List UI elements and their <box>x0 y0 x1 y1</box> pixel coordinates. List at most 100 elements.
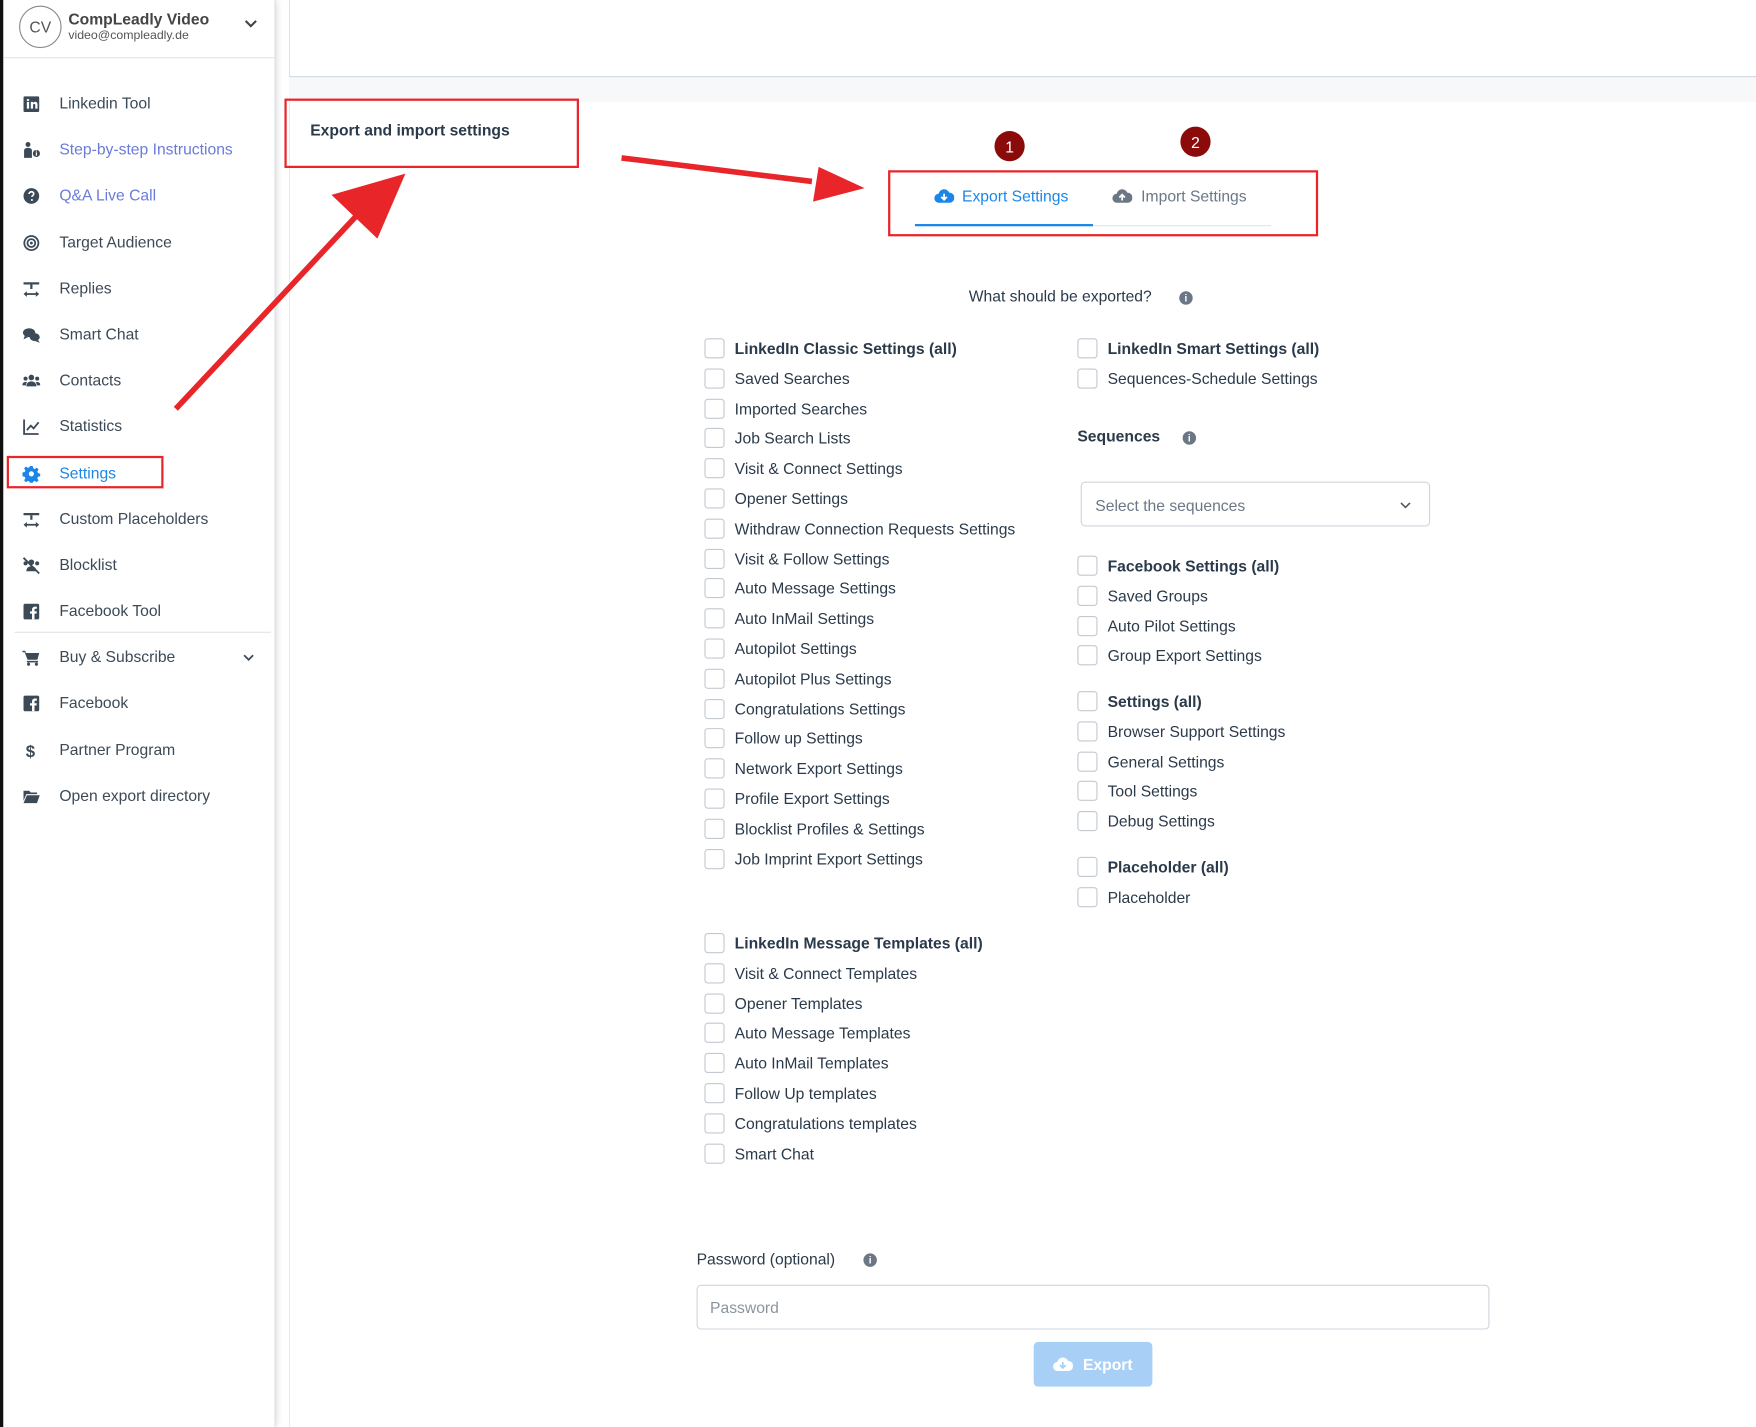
account-name: CompLeadly Video <box>68 10 210 29</box>
sidebar-divider <box>14 631 272 633</box>
checkbox-box[interactable] <box>704 818 725 839</box>
checkbox-box[interactable] <box>1077 721 1098 742</box>
sidebar-item-custom-placeholders[interactable]: Custom Placeholders <box>9 504 267 535</box>
export-button[interactable]: Export <box>1033 1341 1153 1387</box>
content-border <box>288 101 291 1427</box>
checkbox-label: Opener Templates <box>734 994 863 1013</box>
info-icon[interactable]: i <box>863 1253 877 1267</box>
sidebar-item-label: Target Audience <box>59 232 172 251</box>
checkbox-box[interactable] <box>1077 751 1098 772</box>
checkbox-label: Group Export Settings <box>1107 646 1262 665</box>
checkbox-box[interactable] <box>1077 368 1098 389</box>
checkbox-box[interactable] <box>704 338 725 359</box>
sidebar-item-label: Q&A Live Call <box>59 185 157 204</box>
sidebar-item-label: Statistics <box>59 416 123 435</box>
sidebar-item-target-audience[interactable]: Target Audience <box>9 227 267 258</box>
cloud-download-icon <box>1053 1357 1073 1372</box>
sidebar-item-label: Partner Program <box>59 740 176 759</box>
checkbox-box[interactable] <box>704 398 725 419</box>
sidebar-item-label: Contacts <box>59 370 122 389</box>
checkbox-box[interactable] <box>704 848 725 869</box>
checkbox-box[interactable] <box>1077 811 1098 832</box>
linkedin-icon <box>23 96 40 113</box>
checkbox-label: LinkedIn Message Templates (all) <box>734 934 983 953</box>
sidebar-item-contacts[interactable]: Contacts <box>9 365 267 396</box>
sidebar-item-partner-program[interactable]: $ Partner Program <box>9 735 267 766</box>
placeholder-icon <box>23 513 40 528</box>
checkbox-box[interactable] <box>704 1113 725 1134</box>
sidebar-item-smart-chat[interactable]: Smart Chat <box>9 319 267 350</box>
checkbox-box[interactable] <box>1077 691 1098 712</box>
chevron-down-icon <box>1400 502 1411 509</box>
sidebar-item-statistics[interactable]: Statistics <box>9 411 267 442</box>
facebook-icon <box>23 603 40 620</box>
checkbox-box[interactable] <box>704 548 725 569</box>
account-switcher[interactable]: CV CompLeadly Video video@compleadly.de <box>3 0 276 59</box>
sidebar-item-qa-live-call[interactable]: Q&A Live Call <box>9 180 267 211</box>
checkbox-label: Network Export Settings <box>734 759 903 778</box>
step-badge-1: 1 <box>994 131 1025 162</box>
checkbox-box[interactable] <box>704 963 725 984</box>
checkbox-box[interactable] <box>1077 338 1098 359</box>
sidebar-item-label: Custom Placeholders <box>59 509 209 528</box>
info-icon[interactable]: i <box>1182 431 1197 445</box>
export-button-label: Export <box>1082 1355 1133 1374</box>
top-card <box>288 0 1756 78</box>
checkbox-box[interactable] <box>704 428 725 449</box>
checkbox-box[interactable] <box>704 578 725 599</box>
checkbox-box[interactable] <box>704 638 725 659</box>
sidebar-item-label: Blocklist <box>59 555 117 574</box>
checkbox-box[interactable] <box>704 728 725 749</box>
checkbox-box[interactable] <box>704 488 725 509</box>
export-question: What should be exported? <box>968 286 1152 305</box>
checkbox-box[interactable] <box>1077 585 1098 606</box>
checkbox-box[interactable] <box>704 698 725 719</box>
checkbox-label: Saved Searches <box>734 369 850 388</box>
checkbox-box[interactable] <box>1077 645 1098 666</box>
annotation-box-tabs <box>888 170 1319 237</box>
checkbox-box[interactable] <box>704 1083 725 1104</box>
checkbox-box[interactable] <box>1077 886 1098 908</box>
sequences-select[interactable]: Select the sequences <box>1080 481 1431 527</box>
checkbox-box[interactable] <box>1077 555 1098 576</box>
sidebar-item-blocklist[interactable]: Blocklist <box>9 550 267 581</box>
checkbox-box[interactable] <box>704 458 725 479</box>
chevron-down-icon[interactable] <box>242 651 255 664</box>
checkbox-box[interactable] <box>1077 615 1098 636</box>
checkbox-box[interactable] <box>704 758 725 779</box>
checkbox-box[interactable] <box>1077 856 1098 878</box>
checkbox-box[interactable] <box>704 668 725 689</box>
sidebar-item-linkedin-tool[interactable]: Linkedin Tool <box>9 88 267 119</box>
checkbox-label: Autopilot Plus Settings <box>734 669 892 688</box>
avatar: CV <box>19 5 62 49</box>
account-email: video@compleadly.de <box>68 29 189 43</box>
checkbox-label: Placeholder (all) <box>1107 857 1229 876</box>
checkbox-box[interactable] <box>704 1143 725 1164</box>
sidebar-item-label: Step-by-step Instructions <box>59 140 233 158</box>
checkbox-label: Tool Settings <box>1107 782 1198 801</box>
sidebar-item-buy-subscribe[interactable]: Buy & Subscribe <box>9 642 267 673</box>
checkbox-label: Visit & Connect Templates <box>734 964 918 983</box>
checkbox-box[interactable] <box>704 518 725 539</box>
sidebar-item-facebook-tool[interactable]: Facebook Tool <box>9 596 267 627</box>
checkbox-box[interactable] <box>704 993 725 1014</box>
sidebar-item-replies[interactable]: Replies <box>9 273 267 304</box>
checkbox-box[interactable] <box>704 788 725 809</box>
checkbox-label: LinkedIn Smart Settings (all) <box>1107 339 1320 358</box>
sidebar-item-open-export-directory[interactable]: Open export directory <box>9 781 267 812</box>
checkbox-box[interactable] <box>704 933 725 954</box>
question-circle-icon <box>23 188 40 204</box>
checkbox-label: Placeholder <box>1107 888 1191 906</box>
password-input[interactable] <box>696 1284 1490 1330</box>
checkbox-box[interactable] <box>704 1023 725 1044</box>
sidebar-item-step-by-step-instructions[interactable]: Step-by-step Instructions <box>9 134 267 165</box>
info-icon[interactable]: i <box>1179 291 1193 305</box>
checkbox-box[interactable] <box>1077 781 1098 802</box>
annotation-box-settings <box>6 455 164 489</box>
chat-bubbles-icon <box>22 328 40 343</box>
chevron-down-icon[interactable] <box>243 16 259 32</box>
sidebar-item-facebook[interactable]: Facebook <box>9 688 267 719</box>
checkbox-box[interactable] <box>704 608 725 629</box>
checkbox-box[interactable] <box>704 368 725 389</box>
checkbox-box[interactable] <box>704 1053 725 1074</box>
